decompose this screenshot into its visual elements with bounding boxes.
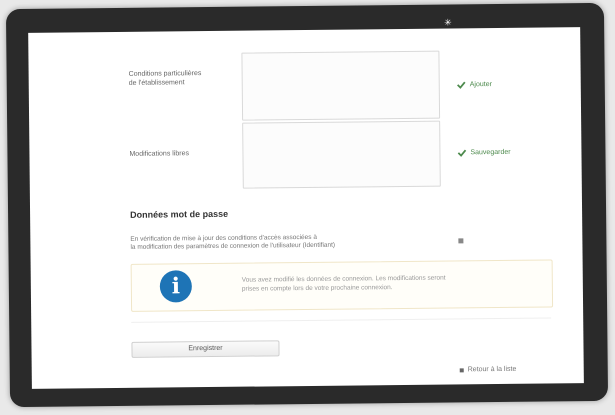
field1-sublabel-text: de l'établissement: [128, 79, 185, 87]
submit-button[interactable]: Enregistrer: [131, 340, 280, 358]
divider: [131, 317, 552, 323]
info-line2: prises en compte lors de votre prochaine…: [241, 284, 393, 293]
check-icon: [457, 149, 467, 157]
field1-label-text: Conditions particulières: [128, 70, 202, 78]
section-description: En vérification de mise à jour des condi…: [130, 233, 450, 252]
field1-label: Conditions particulières de l'établissem…: [129, 69, 202, 88]
page-screen: Conditions particulières de l'établissem…: [28, 27, 584, 389]
bullet-icon: [459, 367, 464, 372]
field1-add-link[interactable]: Ajouter: [457, 80, 492, 89]
field1-textarea[interactable]: [241, 50, 441, 121]
check-icon: [457, 81, 466, 89]
info-text: Vous avez modifié les données de connexi…: [242, 273, 522, 294]
corner-mark: ✳: [438, 14, 459, 29]
field1-link-text: Ajouter: [469, 81, 492, 89]
device-frame: ✳ Conditions particulières de l'établiss…: [5, 2, 609, 408]
back-to-list-link[interactable]: Retour à la liste: [459, 365, 517, 374]
info-marker: [458, 238, 464, 244]
field2-save-link[interactable]: Sauvegarder: [457, 148, 511, 158]
field2-textarea[interactable]: [242, 120, 441, 189]
back-link-text: Retour à la liste: [467, 365, 517, 374]
field2-label: Modifications libres: [129, 150, 190, 158]
info-box: i Vous avez modifié les données de conne…: [130, 259, 554, 312]
bolt-icon: ✳: [444, 17, 452, 28]
section-title: Données mot de passe: [130, 208, 229, 220]
info-icon: i: [159, 270, 193, 303]
field2-link-text: Sauvegarder: [470, 148, 511, 157]
